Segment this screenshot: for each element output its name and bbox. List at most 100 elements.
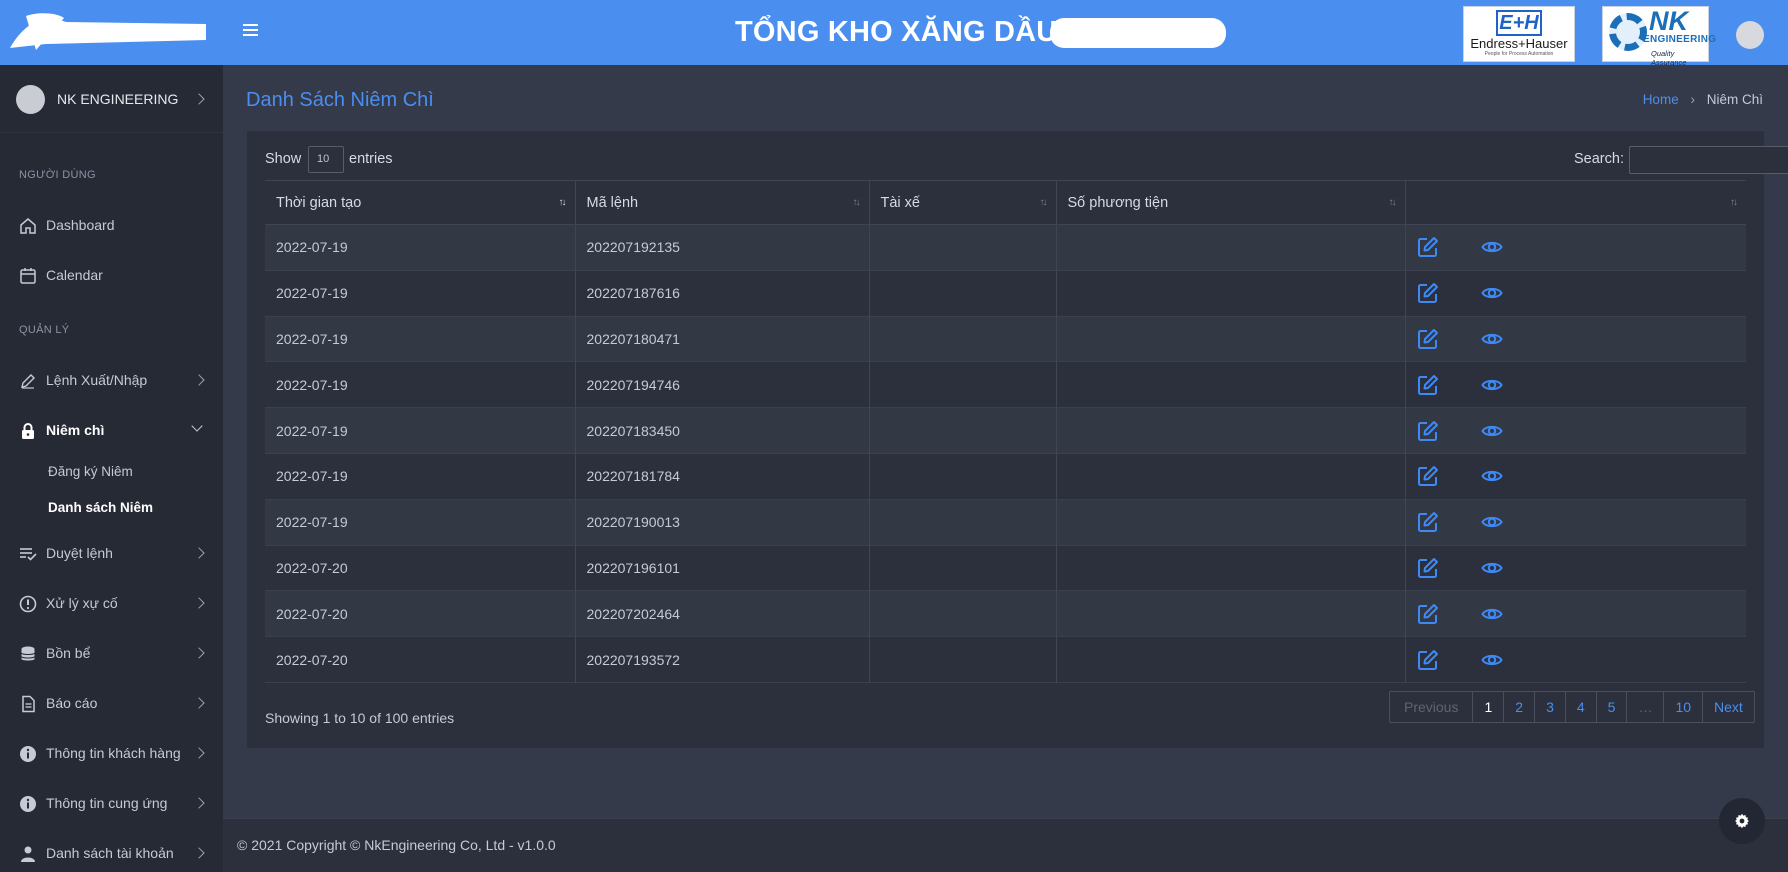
edit-icon[interactable] [1417,374,1439,396]
app-title: TỔNG KHO XĂNG DẦU [735,16,1058,48]
edit-icon[interactable] [1417,603,1439,625]
sidebar-item-niemchi[interactable]: Niêm chì [0,410,223,450]
user-avatar-top[interactable] [1736,21,1764,49]
sidebar-item-xuly[interactable]: Xử lý xự cố [0,583,223,623]
eye-icon[interactable] [1480,282,1503,304]
pagination-ellipsis: … [1627,692,1665,722]
sidebar-user-name: NK ENGINEERING [57,91,179,107]
edit-icon[interactable] [1417,465,1439,487]
edit-icon[interactable] [1417,511,1439,533]
eye-icon[interactable] [1480,557,1503,579]
sidebar-item-dashboard[interactable]: Dashboard [0,205,223,245]
table-row: 2022-07-19 202207183450 [265,407,1746,454]
edit-icon[interactable] [1417,236,1439,258]
endress-hauser-name: Endress+Hauser [1470,36,1568,51]
sidebar-item-baocao[interactable]: Báo cáo [0,683,223,723]
sidebar-user[interactable]: NK ENGINEERING [0,65,223,133]
main-content: Danh Sách Niêm Chì Home › Niêm Chì Show … [223,65,1788,818]
cell-order-code: 202207180471 [575,316,870,362]
chevron-right-icon [193,797,205,809]
breadcrumb: Home › Niêm Chì [1643,92,1763,107]
sidebar-item-taikhoan[interactable]: Danh sách tài khoản [0,833,223,872]
search-label: Search: [1574,151,1624,167]
cell-vehicle [1056,453,1406,500]
column-header-actions[interactable]: ↑↓ [1405,181,1746,225]
eye-icon[interactable] [1480,511,1503,533]
lock-icon [22,423,34,439]
sidebar-item-calendar[interactable]: Calendar [0,255,223,295]
chevron-right-icon [193,697,205,709]
column-header-created-time[interactable]: Thời gian tạo ↑↓ [265,180,576,225]
breadcrumb-home-link[interactable]: Home [1643,92,1679,107]
breadcrumb-chevron-icon: › [1690,92,1695,107]
chevron-down-icon [191,420,203,432]
sidebar-item-khachhang[interactable]: Thông tin khách hàng [0,733,223,773]
cell-actions [1405,270,1746,316]
entries-per-page-select[interactable]: 10 [308,146,344,173]
table-row: 2022-07-19 202207180471 [265,316,1746,362]
sidebar-item-cungung[interactable]: Thông tin cung ứng [0,783,223,823]
cell-vehicle [1056,499,1406,546]
edit-icon[interactable] [1417,557,1439,579]
pagination-page-3[interactable]: 3 [1535,692,1566,722]
chevron-right-icon [193,93,205,105]
sidebar-item-bonbe[interactable]: Bồn bể [0,633,223,673]
column-header-label: Tài xế [880,194,921,211]
pagination-previous-button[interactable]: Previous [1390,692,1474,722]
eye-icon[interactable] [1480,236,1503,258]
chevron-right-icon [193,597,205,609]
cell-driver [869,316,1057,362]
cell-actions [1405,225,1746,271]
pagination-info: Showing 1 to 10 of 100 entries [265,710,455,726]
entries-show-label: Show [265,151,302,167]
eye-icon[interactable] [1480,328,1503,350]
pagination-page-1[interactable]: 1 [1473,692,1505,722]
cell-driver [869,361,1057,408]
cell-order-code: 202207181784 [575,453,870,500]
chevron-right-icon [193,547,205,559]
cell-created-time: 2022-07-20 [265,545,576,591]
column-header-vehicle[interactable]: Số phương tiện ↑↓ [1056,180,1406,225]
eye-icon[interactable] [1480,603,1503,625]
sidebar-subitem-danhsach[interactable]: Danh sách Niêm [48,500,153,515]
edit-icon[interactable] [1417,649,1439,671]
nk-gear-icon [1609,13,1647,51]
cell-actions [1405,453,1746,499]
cell-vehicle [1056,270,1406,317]
eye-icon[interactable] [1480,420,1503,442]
sort-icon: ↑↓ [1388,197,1397,208]
edit-icon[interactable] [1417,282,1439,304]
document-icon [22,695,35,713]
endress-hauser-mark: E+H [1496,10,1542,36]
cell-driver [869,224,1057,271]
sidebar-item-label: Duyệt lệnh [46,545,113,561]
edit-icon[interactable] [1417,420,1439,442]
sort-icon: ↑↓ [1039,197,1048,208]
search-input[interactable] [1629,146,1788,174]
pagination-page-2[interactable]: 2 [1504,692,1536,722]
sidebar-item-lenh[interactable]: Lệnh Xuất/Nhập [0,360,223,400]
settings-button[interactable] [1719,798,1765,844]
column-header-order-code[interactable]: Mã lệnh ↑↓ [575,180,870,225]
gear-icon [1735,813,1749,829]
pagination-page-10[interactable]: 10 [1664,692,1704,722]
column-header-driver[interactable]: Tài xế ↑↓ [869,180,1057,225]
pagination-next-button[interactable]: Next [1703,692,1754,722]
sidebar-item-label: Bồn bể [46,645,91,661]
cell-driver [869,453,1057,500]
pagination-page-5[interactable]: 5 [1597,692,1628,722]
table-row: 2022-07-20 202207196101 [265,545,1746,591]
nk-engineering-logo: NK ENGINEERING Quality Assurance [1602,6,1716,67]
cell-created-time: 2022-07-19 [265,407,576,454]
sidebar-subitem-dangky[interactable]: Đăng ký Niêm [48,464,133,479]
eye-icon[interactable] [1480,465,1503,487]
sidebar-item-duyetlenh[interactable]: Duyệt lệnh [0,533,223,573]
sidebar-item-label: Xử lý xự cố [46,595,118,611]
cell-vehicle [1056,361,1406,408]
eye-icon[interactable] [1480,649,1503,671]
eye-icon[interactable] [1480,374,1503,396]
edit-icon[interactable] [1417,328,1439,350]
menu-toggle-icon[interactable] [243,21,265,43]
pagination-page-4[interactable]: 4 [1566,692,1597,722]
endress-hauser-logo: E+H Endress+Hauser People for Process Au… [1463,6,1575,62]
